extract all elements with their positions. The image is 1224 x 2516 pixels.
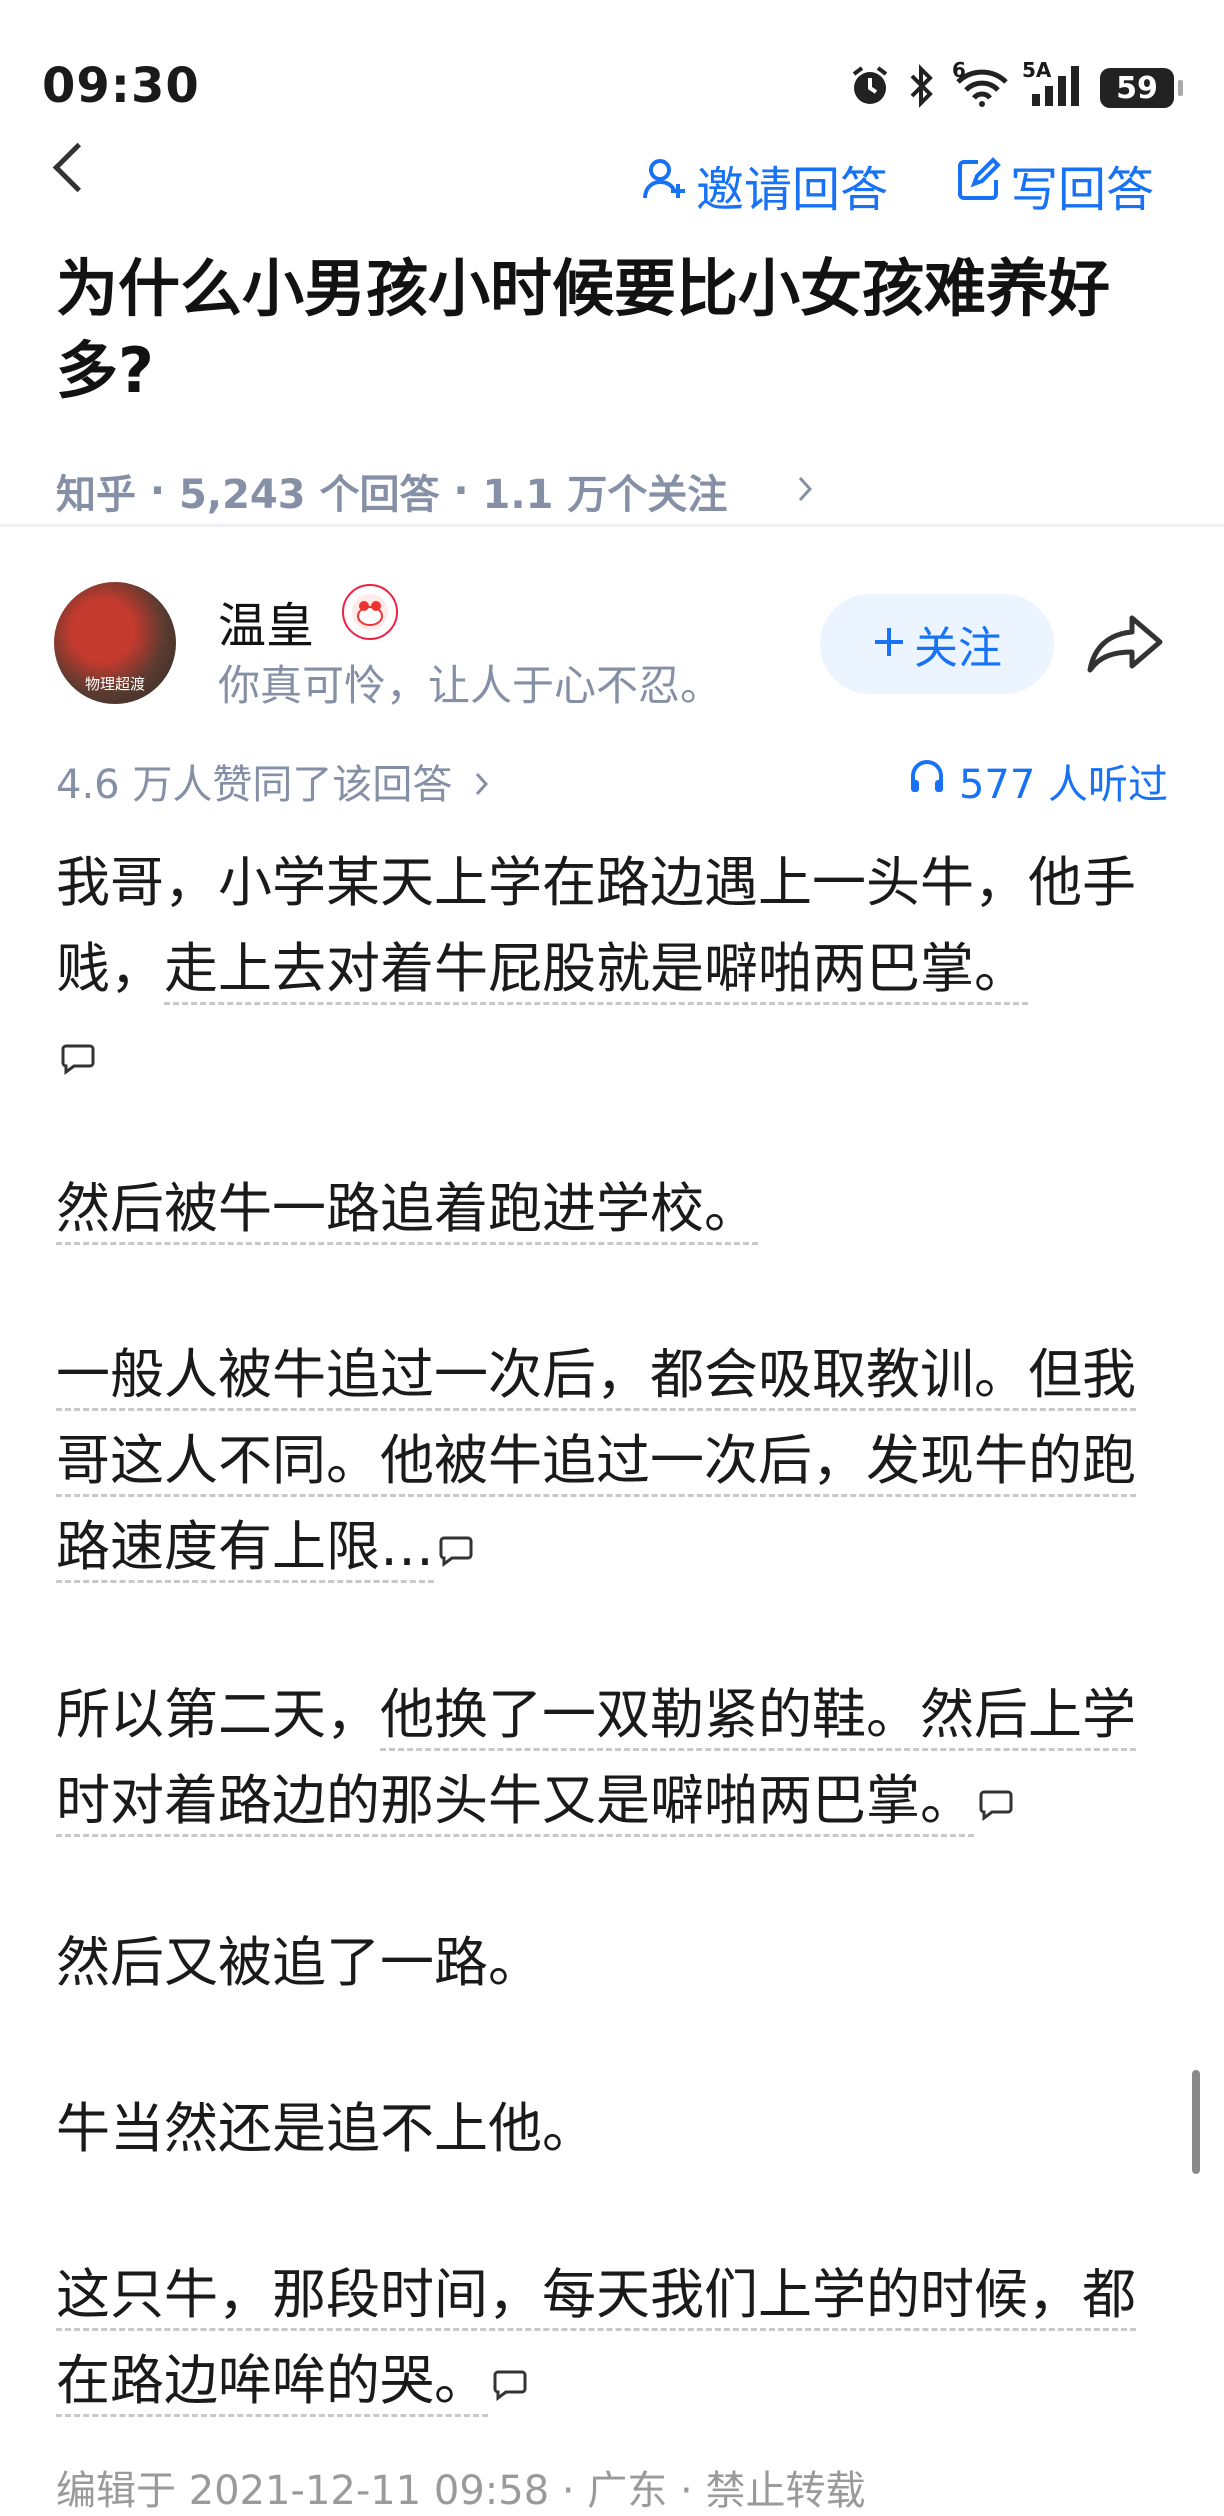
comment-icon[interactable]: [492, 2341, 528, 2427]
status-icons: 6 5A 59: [848, 58, 1183, 112]
wifi-icon: 6: [952, 58, 1012, 112]
status-time: 09:30: [42, 58, 200, 114]
author-name[interactable]: 温皇: [218, 586, 314, 656]
meta-separator: ·: [439, 468, 483, 514]
back-icon[interactable]: [52, 142, 103, 193]
write-answer-button[interactable]: 写回答: [956, 150, 1154, 220]
author-bio: 你真可怜，让人于心不忍。: [218, 661, 723, 710]
question-meta[interactable]: 知乎 · 5,243 个回答 · 1.1 万个关注: [56, 422, 813, 560]
avatar[interactable]: 物理超渡: [54, 582, 176, 704]
paragraph-4: 所以第二天，他换了一双勒紧的鞋。然后上学时对着路边的那头牛又是噼啪两巴掌。: [56, 1672, 1176, 1847]
divider: [0, 524, 1224, 527]
paragraph-2: 然后被牛一路追着跑进学校。: [56, 1166, 1176, 1252]
alarm-icon: [848, 64, 892, 112]
bluetooth-icon: [908, 64, 936, 112]
paragraph-3: 一般人被牛追过一次后，都会吸取教训。但我哥这人不同。他被牛追过一次后，发现牛的跑…: [56, 1332, 1176, 1593]
highlighted-text[interactable]: 然后被牛一路追着跑进学校。: [56, 1177, 758, 1245]
listened-label: 577 人听过: [958, 762, 1168, 808]
paragraph-6: 牛当然还是追不上他。: [56, 2097, 596, 2160]
edited-info: 编辑于 2021-12-11 09:58 · 广东 · 禁止转载: [56, 2468, 866, 2514]
highlighted-text[interactable]: 走上去对着牛屁股就是噼啪两巴掌。: [164, 937, 1028, 1005]
votes-summary[interactable]: 4.6 万人赞同了该回答: [56, 752, 489, 810]
write-answer-label: 写回答: [1010, 162, 1155, 218]
question-title[interactable]: 为什么小男孩小时候要比小女孩难养好多?: [56, 248, 1166, 412]
follow-button[interactable]: 关注: [820, 594, 1054, 694]
meta-separator: ·: [136, 468, 180, 514]
scrollbar[interactable]: [1192, 2070, 1200, 2174]
comment-icon[interactable]: [978, 1761, 1014, 1847]
invite-answer-label: 邀请回答: [696, 162, 889, 218]
edit-icon: [956, 156, 1002, 214]
chevron-right-icon: [475, 762, 489, 808]
paragraph-1: 我哥，小学某天上学在路边遇上一头牛，他手贱，走上去对着牛屁股就是噼啪两巴掌。: [56, 840, 1176, 1101]
comment-icon[interactable]: [60, 1015, 96, 1101]
paragraph-7: 这只牛，那段时间，每天我们上学的时候，都在路边哞哞的哭。: [56, 2252, 1176, 2427]
comment-icon[interactable]: [438, 1507, 474, 1593]
wifi-badge: 6: [952, 58, 966, 82]
battery-icon: 59: [1100, 68, 1183, 108]
follow-label: 关注: [914, 623, 1002, 674]
avatar-caption: 物理超渡: [84, 675, 145, 693]
chevron-right-icon: [741, 422, 813, 560]
invite-user-icon: [642, 156, 688, 214]
listen-button[interactable]: 577 人听过: [907, 752, 1168, 810]
paragraph-5: 然后又被追了一路。: [56, 1931, 542, 1994]
source-label: 知乎: [56, 472, 136, 518]
invite-answer-button[interactable]: 邀请回答: [642, 150, 888, 220]
cell-badge: 5A: [1022, 58, 1052, 82]
votes-label: 4.6 万人赞同了该回答: [56, 762, 453, 808]
paragraph-lead: 所以第二天，: [56, 1683, 380, 1746]
followers-count: 1.1 万个关注: [482, 472, 728, 518]
answers-count: 5,243 个回答: [179, 472, 440, 518]
plus-icon: [872, 619, 906, 670]
author-badge-icon: [342, 584, 398, 640]
highlighted-text[interactable]: 这只牛，那段时间，每天我们上学的时候，都在路边哞哞的哭。: [56, 2263, 1136, 2417]
highlighted-text[interactable]: 一般人被牛追过一次后，都会吸取教训。但我哥这人不同。他被牛追过一次后，发现牛的跑…: [56, 1343, 1136, 1583]
share-icon[interactable]: [1086, 612, 1166, 680]
headphones-icon: [907, 756, 947, 806]
cell-signal-icon: 5A: [1022, 58, 1084, 112]
